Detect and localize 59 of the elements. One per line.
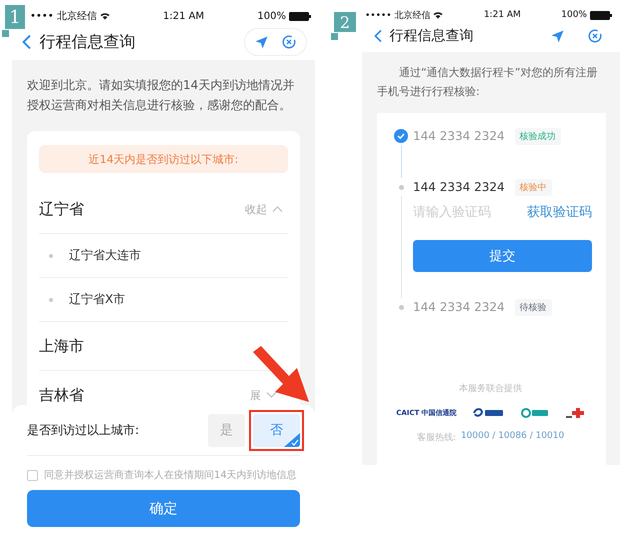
consent-text: 同意并授权运营商查询本人在疫情期间14天内到访地信息 xyxy=(44,468,297,482)
phone-number: 144 2334 2324 xyxy=(413,300,505,314)
intro-text: 欢迎到北京。请如实填报您的14天内到访地情况并授权运营商对相关信息进行核验，感谢您的配合。 xyxy=(27,77,296,114)
wifi-icon xyxy=(433,11,444,19)
hotline-label: 客服热线: xyxy=(416,432,456,444)
checkbox[interactable] xyxy=(27,470,38,480)
bullet-icon xyxy=(49,298,53,302)
status-tag: 核验成功 xyxy=(514,128,561,144)
time-text: 1:21 AM xyxy=(484,10,521,20)
navigation-icon[interactable] xyxy=(255,36,268,48)
province-name: 上海市 xyxy=(39,336,84,356)
toggle-link[interactable]: 收起 xyxy=(245,202,267,216)
time-text: 1:21 AM xyxy=(163,10,204,22)
close-icon[interactable] xyxy=(588,29,602,43)
check-circle-icon xyxy=(394,129,408,143)
battery-text: 100% xyxy=(257,10,286,22)
get-code-link[interactable]: 获取验证码 xyxy=(527,203,592,221)
phone-number: 144 2334 2324 xyxy=(413,180,505,194)
submit-button[interactable]: 提交 xyxy=(413,240,592,272)
intro-text: 通过“通信大数据行程卡”对您的所有注册手机号进行行程核验: xyxy=(377,65,598,100)
city-name: 辽宁省大连市 xyxy=(69,247,141,264)
provider-text: 本服务联合提供 xyxy=(459,382,522,395)
corner-mark xyxy=(2,30,9,37)
battery-text: 100% xyxy=(561,10,587,20)
status-tag: 核验中 xyxy=(514,178,552,196)
check-corner-icon xyxy=(284,432,300,446)
battery-icon xyxy=(590,10,612,20)
option-button[interactable]: 是 xyxy=(208,414,245,446)
bullet-icon xyxy=(49,254,53,258)
phone-number: 144 2334 2324 xyxy=(413,129,505,143)
carrier-text: ••••• 北京经信 xyxy=(365,10,430,22)
panel-number: 1 xyxy=(5,5,25,29)
swirl-logo-icon xyxy=(472,407,505,419)
option-button[interactable]: 否 xyxy=(253,414,300,446)
timeline-dot xyxy=(398,304,404,310)
page-title: 行程信息查询 xyxy=(389,27,474,45)
status-tag: 待核验 xyxy=(514,298,552,316)
ring-logo-icon xyxy=(520,407,549,419)
back-icon[interactable] xyxy=(22,34,32,50)
corner-mark xyxy=(331,33,338,40)
navigation-icon[interactable] xyxy=(551,30,564,42)
knot-logo-icon xyxy=(564,407,585,419)
highlight-frame xyxy=(249,410,304,450)
back-icon[interactable] xyxy=(374,29,382,43)
province-name: 吉林省 xyxy=(39,386,84,404)
timeline-dot xyxy=(398,184,404,190)
wifi-icon xyxy=(100,12,110,20)
close-icon[interactable] xyxy=(282,35,296,49)
notice-banner: 近14天内是否到访过以下城市: xyxy=(39,145,288,173)
battery-icon xyxy=(288,12,311,20)
confirm-button[interactable]: 确定 xyxy=(27,490,300,527)
page-title: 行程信息查询 xyxy=(40,32,137,52)
city-name: 辽宁省X市 xyxy=(69,291,126,308)
panel-number: 2 xyxy=(334,12,356,32)
hotline-numbers: 10000 / 10086 / 10010 xyxy=(460,431,564,443)
question-text: 是否到访过以上城市: xyxy=(27,422,140,438)
province-name: 辽宁省 xyxy=(39,200,84,218)
toggle-link[interactable]: 展 xyxy=(250,388,261,402)
carrier-text: •••• 北京经信 xyxy=(30,10,97,23)
